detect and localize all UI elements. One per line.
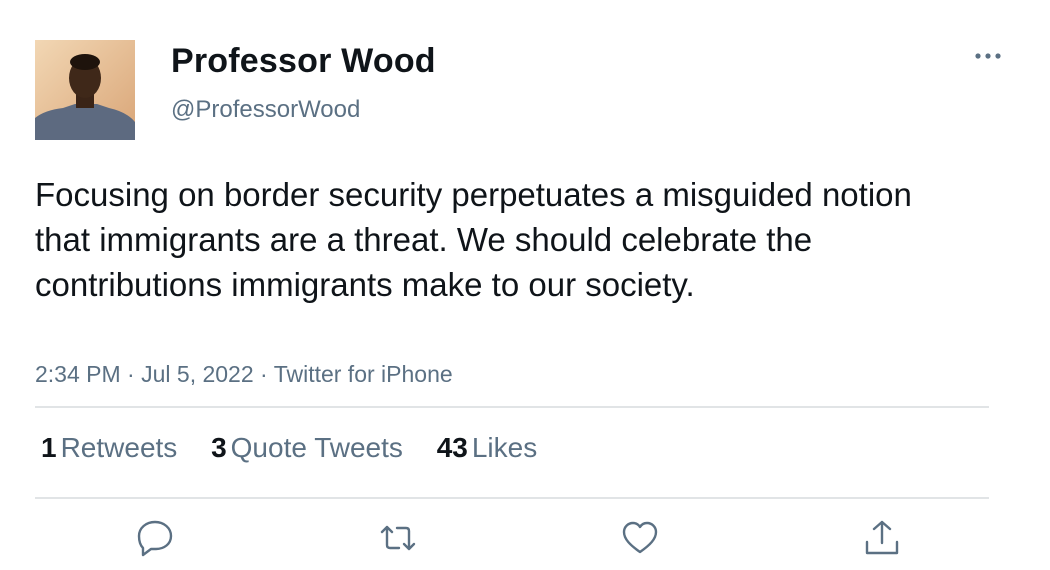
tweet-date-link[interactable]: Jul 5, 2022 bbox=[141, 361, 254, 387]
reply-button[interactable] bbox=[135, 518, 175, 558]
more-horizontal-icon bbox=[975, 53, 1001, 59]
quote-tweets-count: 3 bbox=[211, 432, 227, 463]
divider bbox=[35, 406, 989, 408]
retweets-count: 1 bbox=[41, 432, 57, 463]
retweet-icon bbox=[380, 525, 416, 551]
likes-count: 43 bbox=[436, 432, 468, 463]
likes-label: Likes bbox=[471, 432, 538, 463]
author-display-name[interactable]: Professor Wood bbox=[171, 42, 436, 81]
reply-icon bbox=[137, 520, 173, 557]
quote-tweets-label: Quote Tweets bbox=[230, 432, 403, 463]
heart-icon bbox=[622, 521, 658, 554]
tweet-meta: 2:34 PM · Jul 5, 2022 · Twitter for iPho… bbox=[35, 361, 453, 388]
quote-tweets-stat[interactable]: 3 Quote Tweets bbox=[211, 432, 403, 464]
avatar[interactable] bbox=[35, 40, 135, 140]
retweets-label: Retweets bbox=[60, 432, 178, 463]
tweet-stats: 1 Retweets 3 Quote Tweets 43 Likes bbox=[41, 432, 563, 464]
tweet-text: Focusing on border security perpetuates … bbox=[35, 176, 912, 303]
likes-stat[interactable]: 43 Likes bbox=[437, 432, 538, 464]
tweet-card: Professor Wood @ProfessorWood Focusing o… bbox=[0, 0, 1050, 570]
like-button[interactable] bbox=[620, 518, 660, 558]
author-handle[interactable]: @ProfessorWood bbox=[171, 96, 360, 124]
tweet-source-link[interactable]: Twitter for iPhone bbox=[274, 361, 453, 387]
share-icon bbox=[865, 520, 899, 555]
more-options-button[interactable] bbox=[970, 44, 1006, 68]
avatar-photo bbox=[35, 40, 135, 140]
meta-separator: · bbox=[127, 361, 135, 387]
retweets-stat[interactable]: 1 Retweets bbox=[41, 432, 177, 464]
tweet-time-link[interactable]: 2:34 PM bbox=[35, 361, 121, 387]
share-button[interactable] bbox=[862, 518, 902, 558]
meta-separator: · bbox=[260, 361, 268, 387]
retweet-button[interactable] bbox=[378, 518, 418, 558]
divider bbox=[35, 497, 989, 499]
